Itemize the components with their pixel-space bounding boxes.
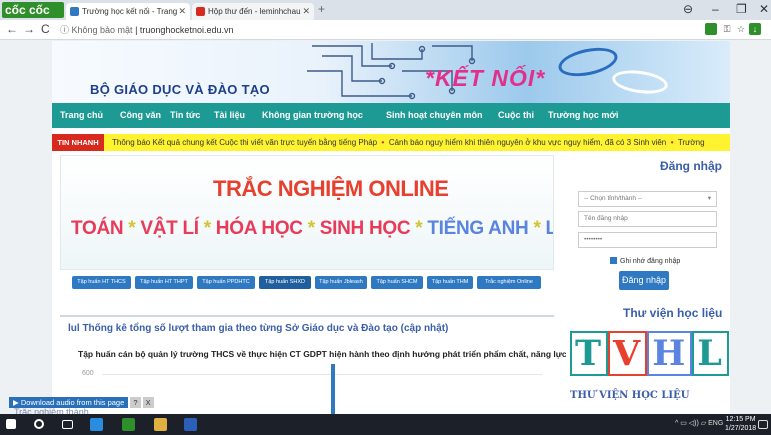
subject-sinh-hoc: SINH HỌC bbox=[319, 218, 411, 239]
ticker-text[interactable]: Thông báo Kết quả chung kết Cuộc thi viế… bbox=[112, 138, 705, 147]
browser-logo[interactable]: cốc cốc bbox=[2, 2, 64, 18]
training-button[interactable]: Trắc nghiệm Online bbox=[477, 276, 541, 289]
subject-tieng-anh: TIẾNG ANH bbox=[427, 218, 529, 239]
url-text: truonghocketnoi.edu.vn bbox=[139, 25, 234, 35]
maximize-button[interactable]: ❐ bbox=[736, 2, 747, 16]
training-button[interactable]: Tập huấn SHCM bbox=[371, 276, 423, 289]
menu-item-cong-van[interactable]: Công văn bbox=[120, 110, 161, 120]
search-icon[interactable] bbox=[34, 419, 44, 429]
windows-start-icon[interactable] bbox=[6, 419, 16, 429]
remember-checkbox[interactable]: Ghi nhớ đăng nhập bbox=[610, 257, 680, 265]
library-caption: THƯ VIỆN HỌC LIỆU bbox=[570, 390, 690, 401]
decor-ring bbox=[610, 67, 670, 97]
library-logo: TVHL bbox=[570, 331, 729, 376]
menu-item-tin-tuc[interactable]: Tin tức bbox=[170, 110, 200, 120]
notifications-icon[interactable] bbox=[758, 420, 768, 429]
tab-title: Hộp thư đến - leminhchau bbox=[208, 7, 301, 16]
clock[interactable]: 12:15 PM 1/27/2018 bbox=[725, 415, 756, 433]
ticker-item[interactable]: Thông báo Kết quả chung kết Cuộc thi viế… bbox=[112, 138, 377, 147]
news-ticker: TIN NHANH Thông báo Kết quả chung kết Cu… bbox=[52, 134, 730, 151]
word-icon[interactable] bbox=[184, 418, 197, 431]
training-button[interactable]: Tập huấn HT THCS bbox=[72, 276, 131, 289]
library-banner[interactable]: TVHL THƯ VIỆN HỌC LIỆU bbox=[566, 331, 730, 414]
checkbox-icon bbox=[610, 257, 617, 264]
training-button[interactable]: Tập huấn HT THPT bbox=[135, 276, 193, 289]
windows-taskbar: ^ ▭ ◁)) ▱ ENG 12:15 PM 1/27/2018 bbox=[0, 414, 771, 435]
training-button[interactable]: Tập huấn Jbleash bbox=[315, 276, 367, 289]
file-explorer-icon[interactable] bbox=[154, 418, 167, 431]
y-tick-label: 600 bbox=[82, 370, 94, 377]
training-button[interactable]: Tập huấn THM bbox=[427, 276, 473, 289]
close-tab-icon[interactable]: ✕ bbox=[302, 3, 310, 20]
close-audio-button[interactable]: X bbox=[142, 397, 154, 408]
coccoc-icon[interactable] bbox=[122, 418, 135, 431]
star-icon[interactable]: ☆ bbox=[735, 23, 747, 35]
subject-hoa-hoc: HÓA HỌC bbox=[215, 218, 303, 239]
new-tab-button[interactable]: + bbox=[318, 2, 325, 16]
menu-item-trang-chu[interactable]: Trang chủ bbox=[60, 110, 103, 120]
tab-title: Trường học kết nối - Trang bbox=[82, 7, 178, 16]
quiz-subjects: TOÁN * VẬT LÍ * HÓA HỌC * SINH HỌC * TIẾ… bbox=[71, 218, 553, 240]
account-icon[interactable]: ⊖ bbox=[683, 2, 693, 16]
subject-lich-su: LỊCH SỬ bbox=[546, 218, 553, 239]
province-select[interactable]: -- Chọn tỉnh/thành -- ▾ bbox=[578, 191, 717, 207]
edge-icon[interactable] bbox=[90, 418, 103, 431]
chart-icon: lul bbox=[68, 323, 80, 334]
tab-gmail[interactable]: Hộp thư đến - leminhchau ✕ bbox=[192, 3, 314, 20]
login-title: Đăng nhập bbox=[660, 159, 722, 173]
help-button[interactable]: ? bbox=[130, 397, 141, 408]
decor-ring bbox=[555, 43, 621, 81]
site-container: BỘ GIÁO DỤC VÀ ĐÀO TẠO *KẾT NỐI* Trang c… bbox=[52, 41, 730, 414]
password-field[interactable]: •••••••• bbox=[578, 232, 717, 248]
download-icon[interactable]: ↓ bbox=[749, 23, 761, 35]
audio-download-bar[interactable]: ▶ Download audio from this page ? X bbox=[9, 397, 154, 409]
extension-icon[interactable] bbox=[705, 23, 717, 35]
quiz-banner[interactable]: TRẮC NGHIỆM ONLINE TOÁN * VẬT LÍ * HÓA H… bbox=[60, 155, 554, 270]
reload-button[interactable]: C bbox=[41, 22, 50, 36]
ministry-title: BỘ GIÁO DỤC VÀ ĐÀO TẠO bbox=[90, 82, 270, 97]
security-indicator[interactable]: ⓘ Không bảo mật bbox=[60, 25, 133, 35]
system-tray[interactable]: ^ ▭ ◁)) ▱ ENG bbox=[675, 419, 723, 427]
browser-tabbar: cốc cốc Trường học kết nối - Trang ✕ Hộp… bbox=[0, 0, 771, 20]
training-button[interactable]: Tập huấn SHXD bbox=[259, 276, 311, 289]
site-favicon-icon bbox=[70, 7, 79, 16]
main-menu: Trang chủ Công văn Tin tức Tài liệu Khôn… bbox=[52, 103, 730, 128]
key-icon[interactable]: ⚿ bbox=[721, 23, 733, 35]
subject-vat-li: VẬT LÍ bbox=[140, 218, 199, 239]
url-input[interactable]: ⓘ Không bảo mật | truonghocketnoi.edu.vn bbox=[60, 23, 700, 38]
ticker-item[interactable]: Cảnh báo nguy hiểm khi thiên nguyên ở kh… bbox=[389, 138, 666, 147]
tab-truong-hoc-ket-noi[interactable]: Trường học kết nối - Trang ✕ bbox=[66, 3, 190, 20]
forward-button[interactable]: → bbox=[23, 22, 35, 36]
gmail-favicon-icon bbox=[196, 7, 205, 16]
library-title: Thư viện học liệu bbox=[623, 306, 723, 320]
minimize-button[interactable]: – bbox=[712, 2, 719, 16]
quiz-title: TRẮC NGHIỆM ONLINE bbox=[213, 176, 449, 201]
ticker-label: TIN NHANH bbox=[52, 134, 104, 151]
login-button[interactable]: Đăng nhập bbox=[619, 271, 669, 290]
back-button[interactable]: ← bbox=[6, 22, 18, 36]
banner-slogan: *KẾT NỐI* bbox=[425, 65, 546, 91]
task-view-icon[interactable] bbox=[62, 420, 73, 429]
menu-item-truong-hoc-moi[interactable]: Trường học mới bbox=[548, 110, 618, 120]
chevron-down-icon: ▾ bbox=[707, 195, 711, 202]
download-audio-button[interactable]: ▶ Download audio from this page bbox=[9, 397, 129, 408]
username-field[interactable]: Tên đăng nhập bbox=[578, 211, 717, 227]
close-window-button[interactable]: ✕ bbox=[759, 2, 769, 16]
close-tab-icon[interactable]: ✕ bbox=[178, 3, 186, 20]
subject-toan: TOÁN bbox=[71, 218, 124, 239]
page-viewport: BỘ GIÁO DỤC VÀ ĐÀO TẠO *KẾT NỐI* Trang c… bbox=[0, 41, 771, 414]
stats-title: lul Thống kê tổng số lượt tham gia theo … bbox=[68, 323, 449, 334]
site-banner: BỘ GIÁO DỤC VÀ ĐÀO TẠO *KẾT NỐI* bbox=[52, 41, 730, 103]
stats-chart bbox=[331, 364, 335, 414]
menu-item-sinh-hoat[interactable]: Sinh hoạt chuyên môn bbox=[386, 110, 483, 120]
training-buttons: Tập huấn HT THCS Tập huấn HT THPT Tập hu… bbox=[72, 276, 542, 290]
training-button[interactable]: Tập huấn PPDHTC bbox=[197, 276, 255, 289]
ticker-item[interactable]: Trường bbox=[678, 138, 705, 147]
menu-item-khong-gian[interactable]: Không gian trường học bbox=[262, 110, 363, 120]
chart-bar bbox=[331, 364, 335, 414]
menu-item-tai-lieu[interactable]: Tài liệu bbox=[214, 110, 245, 120]
address-bar: ← → C ⓘ Không bảo mật | truonghocketnoi.… bbox=[0, 20, 771, 40]
menu-item-cuoc-thi[interactable]: Cuộc thi bbox=[498, 110, 534, 120]
